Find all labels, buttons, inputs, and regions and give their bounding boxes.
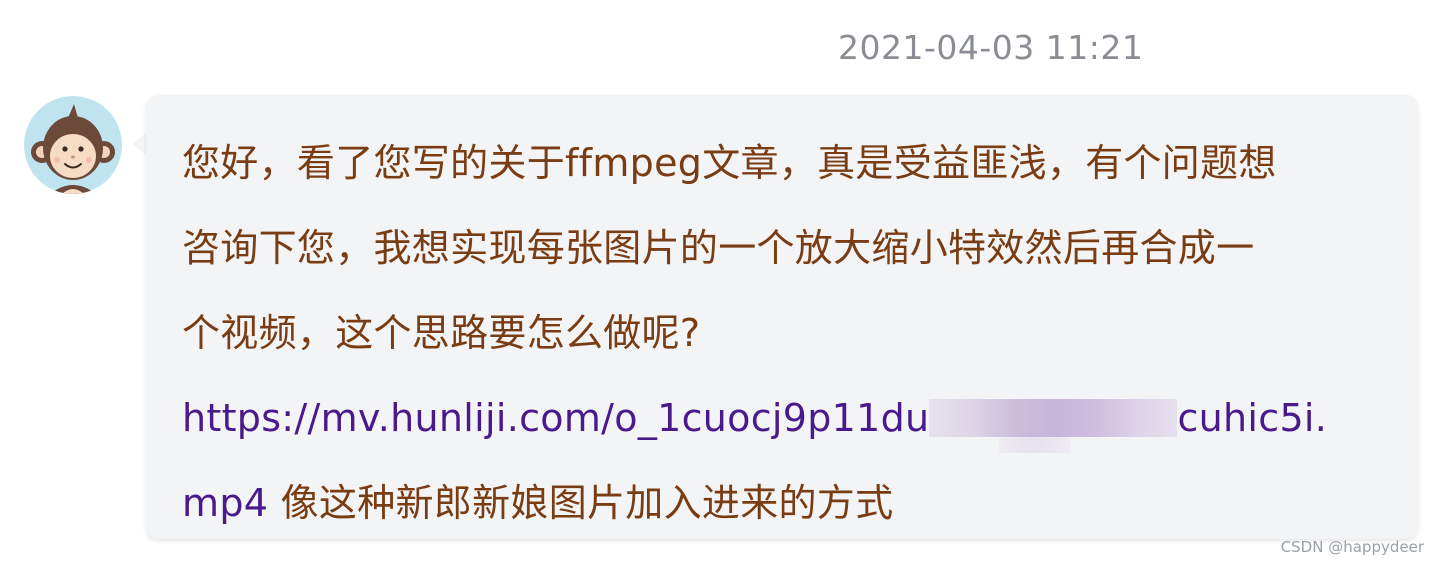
trailing-text: 像这种新郎新娘图片加入进来的方式: [268, 481, 894, 525]
video-link-start[interactable]: https://mv.hunliji.com/o_1cuocj9p11du: [182, 396, 929, 440]
comment-timestamp: 2021-04-03 11:21: [838, 28, 1144, 67]
message-line: 咨询下您，我想实现每张图片的一个放大缩小特效然后再合成一: [182, 226, 1255, 270]
message-line-link: https://mv.hunliji.com/o_1cuocj9p11du cuh…: [182, 376, 1392, 461]
video-link-end[interactable]: cuhic5i.: [1177, 396, 1327, 440]
avatar-graphic: [31, 104, 115, 194]
message-line: mp4 像这种新郎新娘图片加入进来的方式: [182, 461, 1392, 546]
video-link-ext[interactable]: mp4: [182, 481, 268, 525]
comment-text: 您好，看了您写的关于ffmpeg文章，真是受益匪浅，有个问题想 咨询下您，我想实…: [182, 121, 1392, 546]
monkey-avatar-icon[interactable]: [24, 96, 122, 194]
redacted-blur: [929, 399, 1178, 453]
message-line: 您好，看了您写的关于ffmpeg文章，真是受益匪浅，有个问题想: [182, 141, 1277, 185]
bubble-tail: [132, 132, 147, 156]
message-line: 个视频，这个思路要怎么做呢?: [182, 311, 701, 355]
comment-screenshot: 2021-04-03 11:21 您好，看了您写的关于ffmpeg文章，真是受益…: [0, 0, 1438, 566]
watermark: CSDN @happydeer: [1280, 538, 1424, 556]
